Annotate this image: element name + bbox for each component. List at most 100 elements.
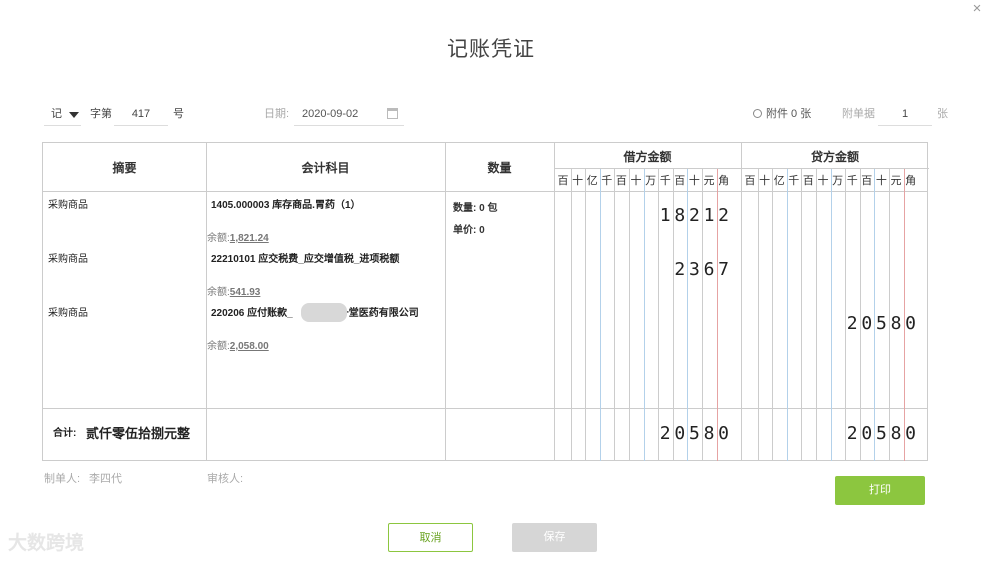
total-debit-digit: 2 xyxy=(659,423,671,444)
debit-amount-digit: 2 xyxy=(718,205,730,226)
debit-unit-label: 百 xyxy=(557,175,569,187)
attachment-text: 附件 0 张 xyxy=(766,108,812,120)
digit-column-line xyxy=(772,169,774,461)
balance-label: 余额: xyxy=(207,287,230,298)
credit-unit-label: 亿 xyxy=(773,175,785,187)
credit-unit-label: 十 xyxy=(875,175,887,187)
print-button[interactable]: 打印 xyxy=(835,476,925,505)
debit-amount-digit: 8 xyxy=(674,205,686,226)
unit-price-text: 单价: 0 xyxy=(453,225,485,236)
total-credit-digit: 2 xyxy=(846,423,858,444)
total-words: 贰仟零伍拾捌元整 xyxy=(86,426,191,441)
attachment-link[interactable]: 附件 0 张 xyxy=(751,102,812,126)
balance-value: 541.93 xyxy=(229,287,261,298)
digit-column-line xyxy=(643,169,645,461)
credit-unit-label: 千 xyxy=(788,175,800,187)
header-divider xyxy=(43,191,927,192)
credit-unit-label: 百 xyxy=(744,175,756,187)
debit-unit-label: 百 xyxy=(615,175,627,187)
total-debit-digit: 8 xyxy=(703,423,715,444)
digit-column-line xyxy=(629,169,630,461)
total-credit-digit: 8 xyxy=(890,423,902,444)
voucher-word-value: 记 xyxy=(51,108,62,120)
row3-summary[interactable]: 采购商品 xyxy=(48,304,88,319)
total-debit-digit: 0 xyxy=(718,423,730,444)
reviewer-label: 审核人: xyxy=(207,473,244,485)
row1-account[interactable]: 1405.000003 库存商品.胃药（1） xyxy=(211,196,361,211)
debit-amount-digit: 3 xyxy=(688,259,700,280)
row3-account-suffix: 一堂医药有限公司 xyxy=(338,308,419,319)
debit-unit-label: 元 xyxy=(703,175,715,187)
quantity-header: 数量 xyxy=(487,161,512,175)
row1-summary[interactable]: 采购商品 xyxy=(48,196,88,211)
row1-balance: 余额:1,821.24 xyxy=(207,229,269,244)
debit-amount-digit: 7 xyxy=(718,259,730,280)
credit-amount-digit: 2 xyxy=(846,313,858,334)
digit-column-line xyxy=(757,169,759,461)
quantity-text: 数量: 0 包 xyxy=(453,203,498,214)
debit-unit-label: 角 xyxy=(718,175,730,187)
digit-column-line xyxy=(830,169,832,461)
balance-label: 余额: xyxy=(207,341,230,352)
digit-column-line xyxy=(786,169,788,461)
save-button[interactable]: 保存 xyxy=(512,523,597,552)
watermark-logo: 大数跨境 xyxy=(8,533,85,554)
zidi-label: 字第 xyxy=(90,108,112,120)
digit-column-line xyxy=(614,169,616,461)
redacted-blur xyxy=(301,303,347,322)
credit-amount-digit: 5 xyxy=(875,313,887,334)
digit-column-line xyxy=(570,169,572,461)
credit-unit-label: 十 xyxy=(817,175,829,187)
credit-amount-digit: 0 xyxy=(861,313,873,334)
debit-unit-label: 十 xyxy=(688,175,700,187)
credit-amount-digit: 0 xyxy=(905,313,917,334)
row3-account-code: 220206 应付账款_ xyxy=(211,308,293,319)
total-debit-digit: 0 xyxy=(674,423,686,444)
caret-down-icon xyxy=(69,112,79,118)
credit-unit-label: 百 xyxy=(861,175,873,187)
account-header: 会计科目 xyxy=(301,161,350,175)
total-debit-digit: 5 xyxy=(688,423,700,444)
debit-unit-label: 十 xyxy=(630,175,642,187)
debit-unit-label: 十 xyxy=(572,175,584,187)
balance-label: 余额: xyxy=(207,233,230,244)
credit-unit-label: 十 xyxy=(759,175,771,187)
digit-column-line xyxy=(801,169,803,461)
total-credit-digit: 0 xyxy=(905,423,917,444)
debit-amount-digit: 1 xyxy=(659,205,671,226)
date-label: 日期: xyxy=(264,108,290,120)
page-title: 记账凭证 xyxy=(447,38,535,61)
row2-account[interactable]: 22210101 应交税费_应交增值税_进项税额 xyxy=(211,250,399,265)
date-value: 2020-09-02 xyxy=(302,108,359,120)
zhang-label: 张 xyxy=(937,108,948,120)
row2-balance: 余额:541.93 xyxy=(207,283,260,298)
hao-label: 号 xyxy=(173,108,184,120)
maker-label: 制单人: xyxy=(44,473,81,485)
close-icon[interactable]: × xyxy=(970,1,982,16)
digit-column-line xyxy=(585,169,587,461)
debit-unit-label: 亿 xyxy=(586,175,598,187)
credit-unit-label: 万 xyxy=(832,175,844,187)
cancel-button[interactable]: 取消 xyxy=(388,523,473,552)
credit-unit-label: 角 xyxy=(905,175,917,187)
digit-column-line xyxy=(599,169,601,461)
fudanju-label: 附单据 xyxy=(842,108,875,120)
voucher-table: 摘要 会计科目 数量 借方金额 贷方金额 百十亿千百十万千百十元角 百十亿千百十… xyxy=(42,142,929,461)
debit-amount-digit: 2 xyxy=(674,259,686,280)
debit-header: 借方金额 xyxy=(623,150,672,164)
voucher-number-input[interactable]: 417 xyxy=(114,102,168,126)
credit-header: 贷方金额 xyxy=(810,150,859,164)
voucher-word-select[interactable]: 记 xyxy=(44,102,81,126)
date-input[interactable]: 2020-09-02 xyxy=(294,102,404,126)
summary-header: 摘要 xyxy=(112,161,137,175)
debit-unit-label: 百 xyxy=(674,175,686,187)
units-divider xyxy=(554,168,929,169)
balance-value: 2,058.00 xyxy=(229,341,269,352)
credit-amount-digit: 8 xyxy=(890,313,902,334)
debit-unit-label: 千 xyxy=(601,175,613,187)
total-credit-digit: 0 xyxy=(861,423,873,444)
fudanju-input[interactable]: 1 xyxy=(878,102,932,126)
row2-summary[interactable]: 采购商品 xyxy=(48,250,88,265)
calendar-icon[interactable] xyxy=(387,108,398,119)
maker-name: 李四代 xyxy=(89,473,122,485)
